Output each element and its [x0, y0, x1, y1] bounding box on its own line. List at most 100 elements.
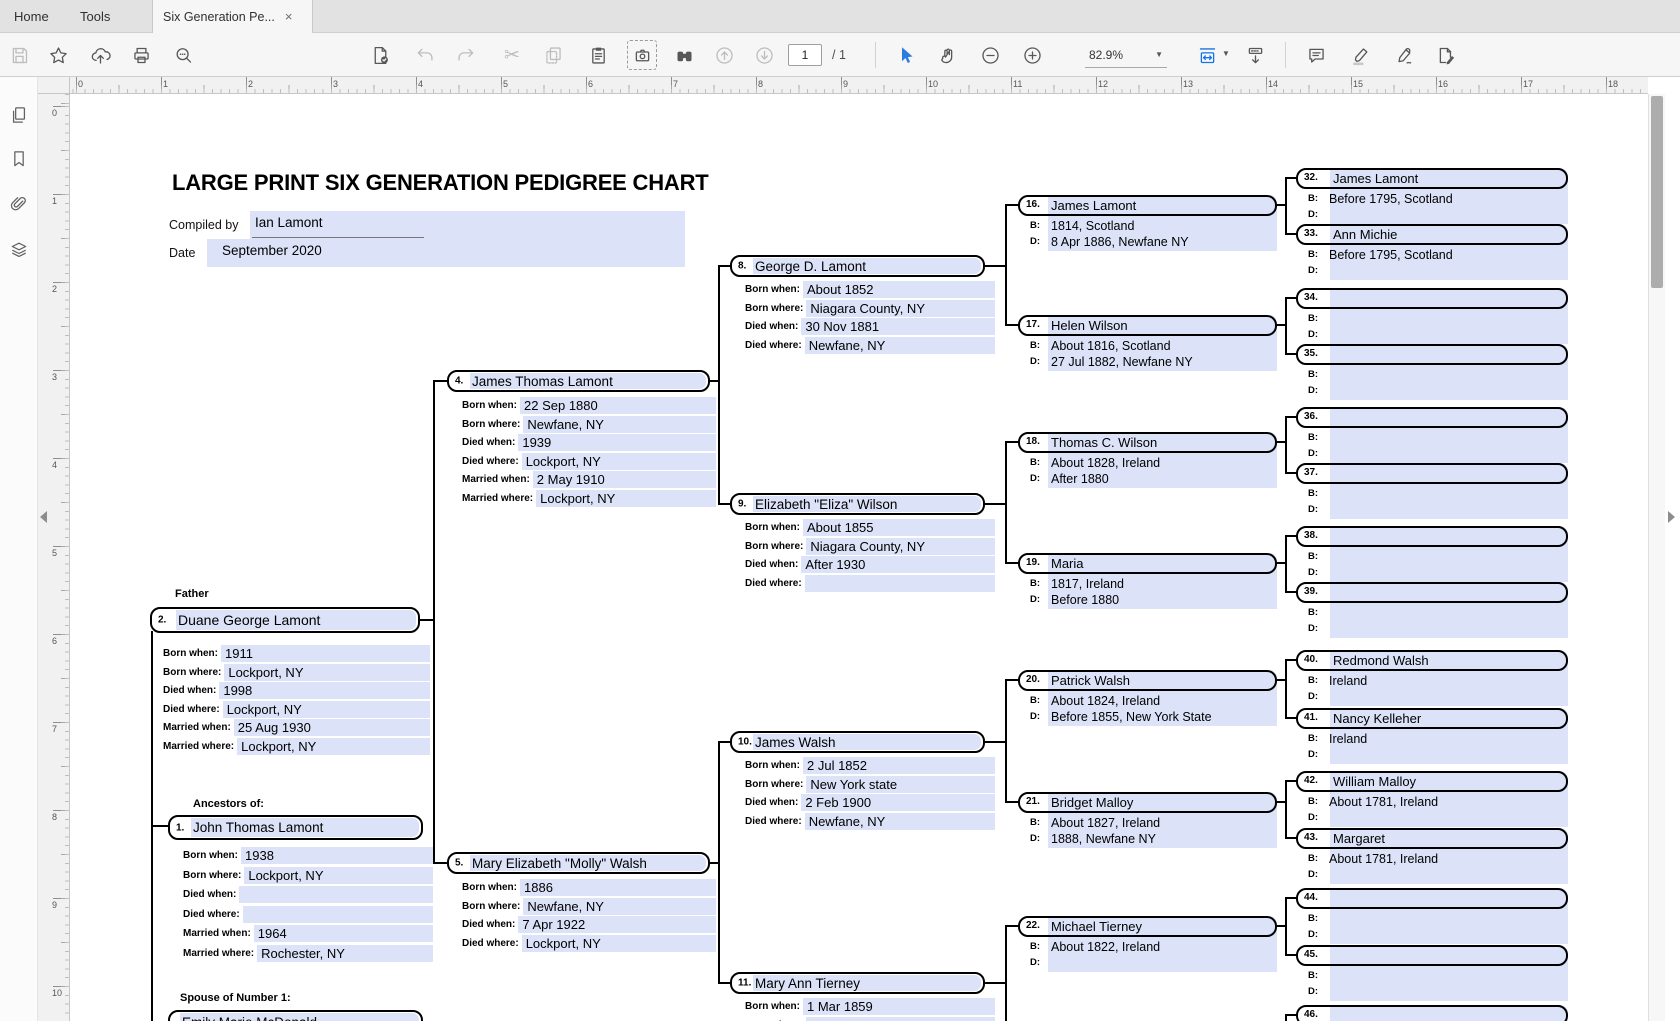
search-button[interactable] [168, 40, 198, 70]
field-value[interactable]: 7 Apr 1922 [518, 916, 716, 933]
field-value[interactable] [1326, 486, 1568, 502]
field-value[interactable]: About 1824, Ireland [1048, 693, 1277, 709]
field-value[interactable]: Rochester, NY [257, 945, 433, 962]
field-value[interactable] [1326, 968, 1568, 984]
field-value[interactable]: New York state [806, 776, 995, 793]
field-value[interactable]: 1814, Scotland [1048, 218, 1277, 234]
field-value[interactable]: Lockport, NY [536, 490, 716, 507]
person-box-p36[interactable]: 36.B:D: [1296, 407, 1568, 463]
scrollbar-thumb[interactable] [1651, 96, 1663, 288]
person-header[interactable]: James Thomas Lamont4. [447, 370, 710, 392]
document-canvas[interactable]: LARGE PRINT SIX GENERATION PEDIGREE CHAR… [70, 94, 1648, 1021]
person-header[interactable] [1296, 407, 1568, 428]
star-favorite-button[interactable] [43, 40, 73, 70]
field-value[interactable] [1326, 911, 1568, 927]
person-name-field[interactable]: Patrick Walsh [1051, 672, 1130, 689]
field-value[interactable]: About 1855 [803, 519, 995, 536]
field-value[interactable]: Newfane, NY [523, 898, 716, 915]
expand-right-panel-icon[interactable] [1668, 511, 1675, 523]
field-value[interactable]: 25 Aug 1930 [234, 719, 430, 736]
edit-document-pen-button[interactable] [1431, 40, 1461, 70]
person-box-p20[interactable]: 20.Patrick WalshB:About 1824, IrelandD:B… [1018, 670, 1277, 726]
person-box-p17[interactable]: 17.Helen WilsonB:About 1816, ScotlandD:2… [1018, 315, 1277, 371]
person-name-field[interactable]: Emily Marie McDonald [180, 1013, 419, 1021]
field-value[interactable]: About 1781, Ireland [1326, 794, 1568, 810]
zoom-out-button[interactable] [975, 40, 1005, 70]
person-header[interactable] [1296, 888, 1568, 909]
field-value[interactable] [1326, 689, 1568, 705]
field-value[interactable] [1326, 502, 1568, 518]
person-header[interactable]: Emily Marie McDonald [168, 1010, 423, 1021]
person-name-field[interactable]: James Walsh [753, 734, 981, 750]
previous-page-button[interactable] [709, 40, 739, 70]
field-value[interactable]: About 1827, Ireland [1048, 815, 1277, 831]
cut-scissors-button[interactable]: ✂ [497, 40, 527, 70]
comment-button[interactable] [1301, 40, 1331, 70]
person-header[interactable] [1296, 288, 1568, 309]
close-tab-icon[interactable]: × [285, 9, 293, 24]
field-value[interactable]: Newfane, NY [805, 337, 995, 354]
person-name-field[interactable]: Maria [1051, 555, 1084, 572]
person-name-field[interactable]: Duane George Lamont [176, 610, 416, 630]
paste-clipboard-button[interactable] [583, 40, 613, 70]
person-header[interactable] [1296, 582, 1568, 603]
person-box-p33[interactable]: 33.Ann MichieB:Before 1795, ScotlandD: [1296, 224, 1568, 280]
field-value[interactable]: About 1828, Ireland [1048, 455, 1277, 471]
field-value[interactable] [1326, 867, 1568, 883]
field-value[interactable]: Lockport, NY [237, 738, 430, 755]
hand-pan-tool-button[interactable] [933, 40, 963, 70]
person-box-p35[interactable]: 35.B:D: [1296, 344, 1568, 400]
person-box-p21[interactable]: 21.Bridget MalloyB:About 1827, IrelandD:… [1018, 792, 1277, 848]
field-value[interactable]: 1939 [518, 434, 716, 451]
document-tab[interactable]: Six Generation Pe... × [152, 0, 313, 33]
person-name-field[interactable]: Michael Tierney [1051, 918, 1142, 935]
field-value[interactable] [239, 886, 433, 903]
person-box-p42[interactable]: 42.William MalloyB:About 1781, IrelandD: [1296, 771, 1568, 827]
person-name-field[interactable]: Helen Wilson [1051, 317, 1128, 334]
field-value[interactable]: After 1930 [801, 556, 995, 573]
zoom-level-dropdown[interactable]: 82.9%▼ [1085, 42, 1167, 68]
field-value[interactable] [1326, 367, 1568, 383]
field-value[interactable] [1048, 955, 1277, 971]
find-binoculars-button[interactable] [669, 40, 699, 70]
page-thumbnails-icon[interactable] [5, 101, 33, 129]
person-box-p9[interactable]: Elizabeth "Eliza" Wilson9.Born when:Abou… [730, 493, 995, 515]
person-header[interactable] [1296, 1005, 1568, 1021]
person-header[interactable]: Elizabeth "Eliza" Wilson9. [730, 493, 985, 515]
field-value[interactable]: About 1852 [803, 281, 995, 298]
share-upload-button[interactable] [85, 40, 115, 70]
fit-width-button[interactable] [1192, 40, 1222, 70]
field-value[interactable] [1326, 446, 1568, 462]
field-value[interactable]: Ireland [1326, 673, 1568, 689]
person-header[interactable]: Mary Ann Tierney11. [730, 972, 985, 994]
field-value[interactable]: About 1816, Scotland [1048, 338, 1277, 354]
person-box-spx[interactable]: Emily Marie McDonald [168, 1010, 433, 1021]
person-box-p38[interactable]: 38.B:D: [1296, 526, 1568, 582]
field-value[interactable]: 2 Jul 1852 [803, 757, 995, 774]
person-name-field[interactable]: James Lamont [1333, 170, 1418, 187]
field-value[interactable]: About 1822, Ireland [1048, 939, 1277, 955]
field-value[interactable]: 1817, Ireland [1048, 576, 1277, 592]
field-value[interactable]: Lockport, NY [224, 664, 430, 681]
person-box-p19[interactable]: 19.MariaB:1817, IrelandD:Before 1880 [1018, 553, 1277, 609]
field-value[interactable] [1326, 311, 1568, 327]
field-value[interactable]: 2 May 1910 [533, 471, 716, 488]
person-header[interactable] [1296, 526, 1568, 547]
field-value[interactable] [806, 1017, 995, 1021]
field-value[interactable]: 22 Sep 1880 [520, 397, 716, 414]
field-value[interactable] [243, 906, 433, 923]
field-value[interactable]: 8 Apr 1886, Newfane NY [1048, 234, 1277, 250]
person-header[interactable]: James Walsh10. [730, 731, 985, 753]
person-name-field[interactable]: James Thomas Lamont [470, 373, 706, 389]
print-button[interactable] [126, 40, 156, 70]
zoom-in-button[interactable] [1017, 40, 1047, 70]
field-value[interactable] [1326, 810, 1568, 826]
field-value[interactable]: Before 1855, New York State [1048, 709, 1277, 725]
next-page-button[interactable] [749, 40, 779, 70]
tab-home[interactable]: Home [0, 0, 63, 33]
person-name-field[interactable]: Bridget Malloy [1051, 794, 1133, 811]
person-header[interactable] [1296, 945, 1568, 966]
field-value[interactable]: Newfane, NY [805, 813, 995, 830]
highlighter-button[interactable] [1345, 40, 1375, 70]
person-box-p39[interactable]: 39.B:D: [1296, 582, 1568, 638]
